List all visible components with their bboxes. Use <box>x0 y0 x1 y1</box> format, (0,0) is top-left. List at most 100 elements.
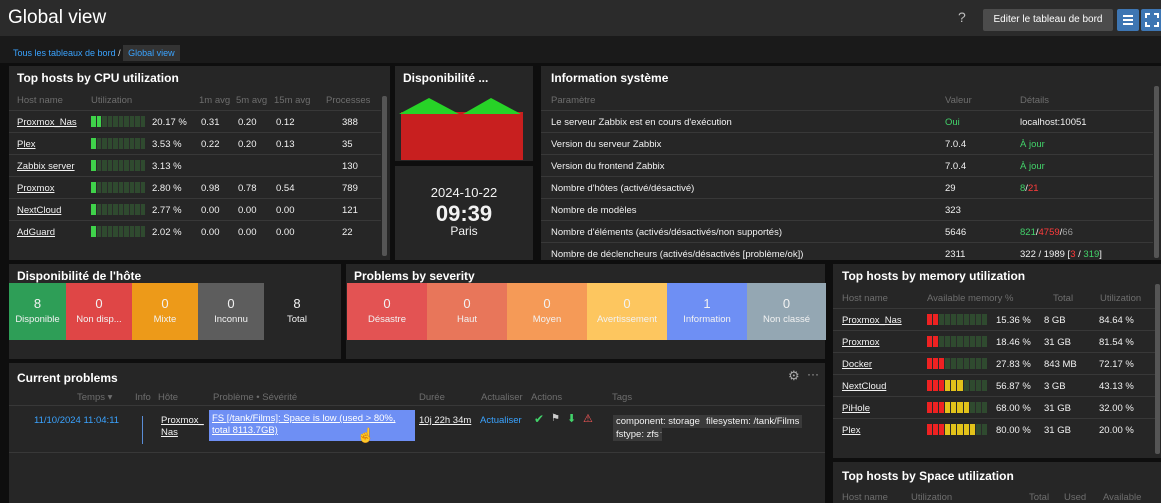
cpu-table-row: Proxmox 2.80 % 0.98 0.78 0.54 789 <box>9 176 381 198</box>
cpu-host-name[interactable]: Proxmox <box>17 183 54 194</box>
memory-utilization: 81.54 % <box>1099 337 1134 348</box>
sysinfo-parameter: Nombre de modèles <box>551 205 637 216</box>
cpu-utilization: 3.53 % <box>152 139 182 150</box>
availability-map-graphic[interactable] <box>397 92 527 160</box>
utilization-bar <box>91 204 145 215</box>
sysinfo-details: 821/4759/66 <box>1020 227 1073 238</box>
sysinfo-row: Version du frontend Zabbix 7.0.4 À jour <box>541 154 1153 176</box>
problem-row[interactable]: 11/10/2024 11:04:11 Proxmox_ Nas FS [/ta… <box>9 406 825 452</box>
memory-host-name[interactable]: NextCloud <box>842 381 886 392</box>
help-icon[interactable]: ? <box>958 9 966 25</box>
severity-tile[interactable]: 0 Non classé <box>747 283 826 340</box>
problems-col-actions: Actions <box>531 392 563 403</box>
severity-tile[interactable]: 0 Avertissement <box>587 283 667 340</box>
tags-more-icon[interactable]: ··· <box>653 427 663 438</box>
cpu-5m-avg: 0.20 <box>238 117 257 128</box>
cpu-processes: 22 <box>342 227 353 238</box>
severity-tile[interactable]: 0 Haut <box>427 283 507 340</box>
problem-host-line2[interactable]: Nas <box>161 427 178 438</box>
tag-filesystem[interactable]: filesystem: /tank/Films <box>703 415 803 428</box>
edit-dashboard-button[interactable]: Editer le tableau de bord <box>983 9 1113 31</box>
severity-tile[interactable]: 0 Moyen <box>507 283 587 340</box>
cpu-host-name[interactable]: Plex <box>17 139 35 150</box>
breadcrumb-current[interactable]: Global view <box>123 45 180 61</box>
tile-label: Avertissement <box>596 314 657 325</box>
tile-label: Disponible <box>15 314 60 325</box>
sysinfo-parameter: Nombre de déclencheurs (activés/désactiv… <box>551 249 804 260</box>
utilization-bar <box>927 380 987 391</box>
cpu-col-15m: 15m avg <box>274 95 311 106</box>
sysinfo-detail-part: 66 <box>1062 227 1073 238</box>
severity-tile[interactable]: 1 Information <box>667 283 747 340</box>
host-availability-title: Disponibilité de l'hôte <box>17 269 142 283</box>
space-col-available: Available <box>1103 492 1142 503</box>
problem-description[interactable]: FS [/tank/Films]: Space is low (used > 8… <box>209 410 415 441</box>
memory-host-name[interactable]: Plex <box>842 425 860 436</box>
cpu-host-name[interactable]: Zabbix server <box>17 161 75 172</box>
sysinfo-value: 7.0.4 <box>945 139 967 150</box>
problem-update-link[interactable]: Actualiser <box>480 415 522 426</box>
space-col-utilization: Utilization <box>911 492 953 503</box>
memory-available-pct: 27.83 % <box>996 359 1031 370</box>
availability-tile[interactable]: 0 Mixte <box>132 283 198 340</box>
sysinfo-scrollbar[interactable] <box>1154 86 1159 258</box>
system-info-title: Information système <box>551 71 669 85</box>
memory-host-name[interactable]: Docker <box>842 359 872 370</box>
problems-col-time[interactable]: Temps ▾ <box>77 392 112 403</box>
cpu-processes: 388 <box>342 117 358 128</box>
memory-available-pct: 68.00 % <box>996 403 1031 414</box>
cpu-scrollbar[interactable] <box>382 96 387 256</box>
cpu-col-1m: 1m avg <box>199 95 231 106</box>
utilization-bar <box>927 314 987 325</box>
cpu-host-name[interactable]: Proxmox_Nas <box>17 117 77 128</box>
tile-label: Inconnu <box>214 314 248 325</box>
severity-down-icon[interactable]: ⬇ <box>567 412 576 425</box>
tile-label: Haut <box>456 314 478 325</box>
escalation-icon[interactable]: ⚠ <box>583 412 593 425</box>
problems-col-update: Actualiser <box>481 392 523 403</box>
memory-host-name[interactable]: PiHole <box>842 403 870 414</box>
availability-tile[interactable]: 8 Total <box>264 283 330 340</box>
problem-duration[interactable]: 10j 22h 34m <box>419 415 471 426</box>
memory-utilization: 32.00 % <box>1099 403 1134 414</box>
cpu-host-name[interactable]: AdGuard <box>17 227 55 238</box>
memory-total: 8 GB <box>1044 315 1066 326</box>
tile-label: Non disp... <box>76 314 122 325</box>
gear-icon[interactable]: ⚙ <box>788 368 800 384</box>
memory-scrollbar[interactable] <box>1155 284 1160 454</box>
memory-utilization: 20.00 % <box>1099 425 1134 436</box>
fullscreen-icon[interactable] <box>1141 9 1161 31</box>
availability-map-panel: Disponibilité ... <box>395 66 533 161</box>
cpu-1m-avg: 0.31 <box>201 117 220 128</box>
cpu-utilization: 3.13 % <box>152 161 182 172</box>
menu-icon[interactable] <box>1117 9 1139 31</box>
cpu-utilization: 2.80 % <box>152 183 182 194</box>
sysinfo-detail-part: À jour <box>1020 139 1045 150</box>
cpu-processes: 35 <box>342 139 353 150</box>
acknowledged-check-icon[interactable]: ✔ <box>534 412 544 426</box>
memory-host-name[interactable]: Proxmox <box>842 337 879 348</box>
more-icon[interactable]: ··· <box>807 367 819 381</box>
severity-tile[interactable]: 0 Désastre <box>347 283 427 340</box>
cpu-col-host: Host name <box>17 95 63 106</box>
cpu-host-name[interactable]: NextCloud <box>17 205 61 216</box>
availability-tile[interactable]: 0 Non disp... <box>66 283 132 340</box>
problem-time[interactable]: 11/10/2024 11:04:11 <box>34 415 119 426</box>
breadcrumb: Tous les tableaux de bord / Global view <box>13 45 180 61</box>
availability-tile[interactable]: 8 Disponible <box>9 283 66 340</box>
sysinfo-detail-part: ] <box>1099 249 1102 260</box>
availability-tile[interactable]: 0 Inconnu <box>198 283 264 340</box>
tile-count: 8 <box>33 296 42 311</box>
utilization-bar <box>91 160 145 171</box>
memory-available-pct: 56.87 % <box>996 381 1031 392</box>
memory-host-name[interactable]: Proxmox_Nas <box>842 315 902 326</box>
memory-panel: Top hosts by memory utilization Host nam… <box>833 264 1161 458</box>
sysinfo-row: Version du serveur Zabbix 7.0.4 À jour <box>541 132 1153 154</box>
problem-host-line1[interactable]: Proxmox_ <box>161 415 204 426</box>
message-flag-icon[interactable]: ⚑ <box>551 413 560 424</box>
cpu-1m-avg: 0.00 <box>201 205 220 216</box>
problems-col-duration: Durée <box>419 392 445 403</box>
breadcrumb-all-dashboards[interactable]: Tous les tableaux de bord <box>13 48 116 58</box>
cpu-15m-avg: 0.13 <box>276 139 295 150</box>
memory-utilization: 43.13 % <box>1099 381 1134 392</box>
